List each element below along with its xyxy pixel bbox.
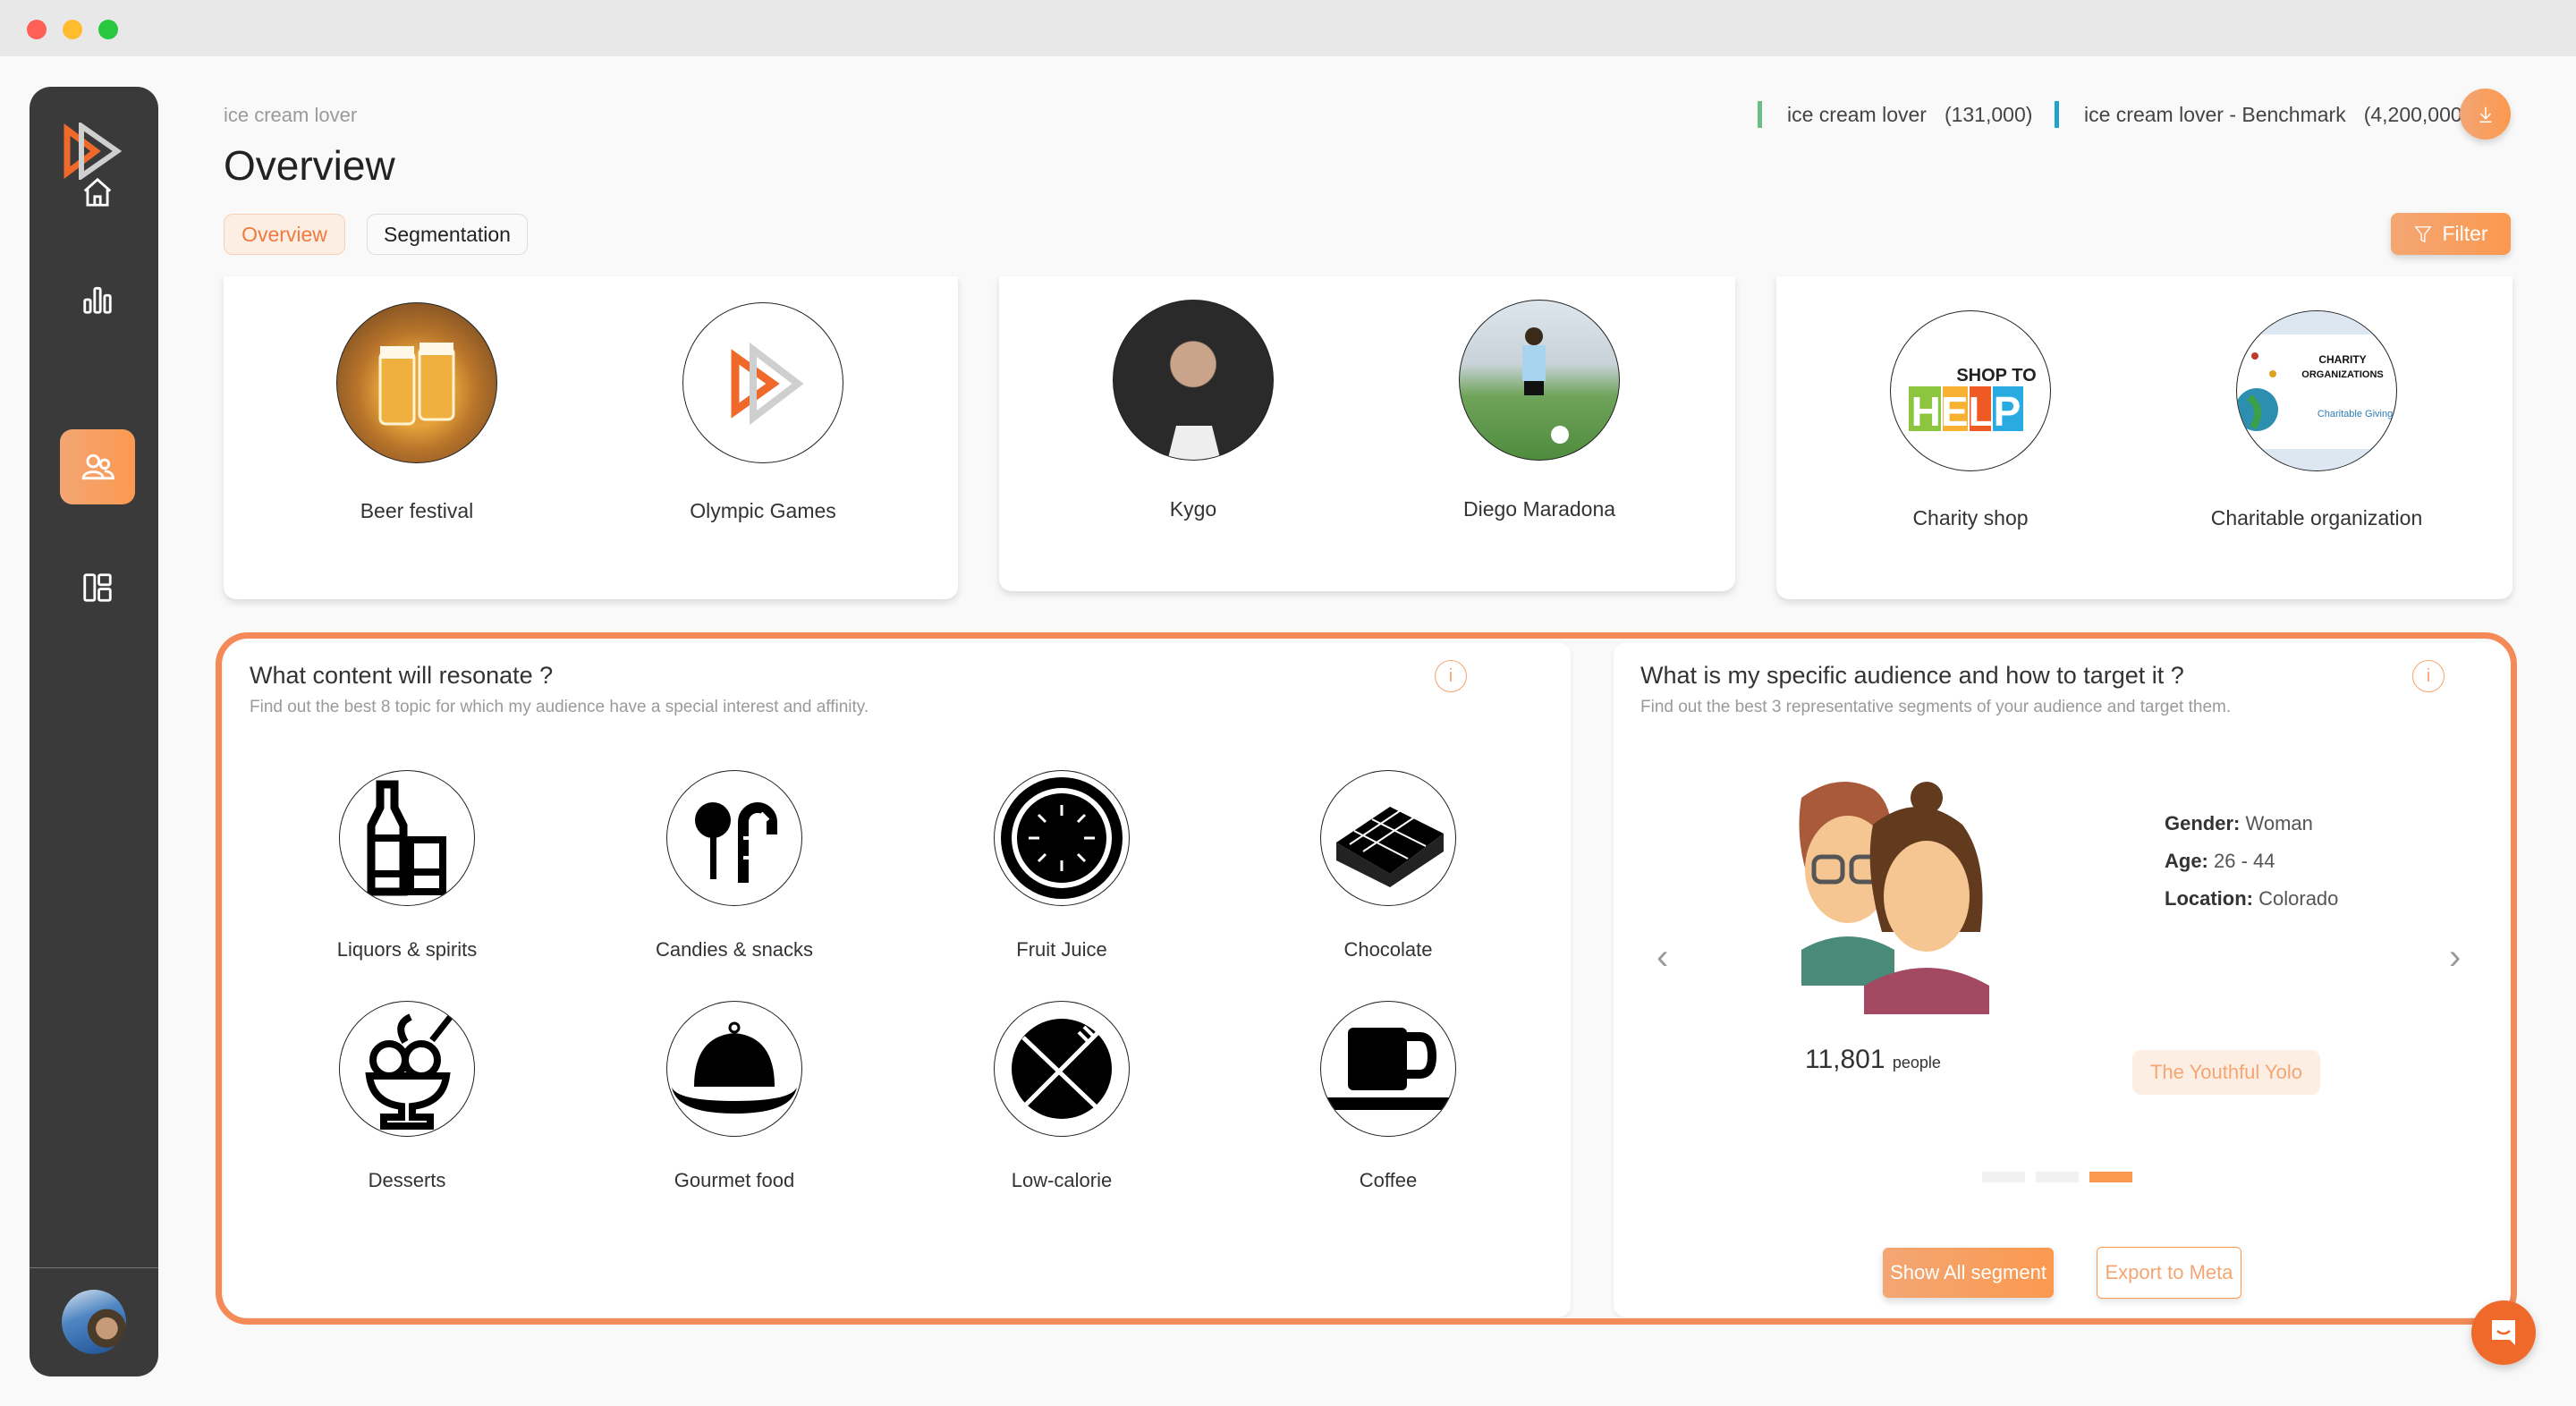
olympic-games-image[interactable] [682,302,843,463]
legend-count: (131,000) [1944,102,2033,126]
sidebar-item-home[interactable] [60,155,135,230]
maximize-window-button[interactable] [98,20,118,39]
chat-support-button[interactable] [2471,1300,2536,1365]
legend-label: ice cream lover - Benchmark [2084,102,2346,126]
svg-text:SHOP TO: SHOP TO [1956,366,2036,385]
filter-icon [2414,225,2432,242]
chat-icon [2492,1320,2515,1345]
svg-text:Charitable Giving: Charitable Giving [2318,409,2393,419]
sidebar-item-analytics[interactable] [60,262,135,337]
svg-text:ORGANIZATIONS: ORGANIZATIONS [2301,369,2383,380]
svg-text:HELP: HELP [1911,388,2021,435]
svg-text:CHARITY: CHARITY [2318,353,2366,366]
home-icon [83,177,112,207]
influencer-label: Diego Maradona [1462,497,1616,521]
beer-festival-image[interactable] [336,302,497,463]
affinity-label: Olympic Games [690,499,836,522]
sidebar-divider [30,1267,158,1268]
sidebar-item-dashboard[interactable] [60,550,135,625]
bar-chart-icon [83,286,112,314]
page-title: Overview [224,142,395,189]
influencer-card: Kygo Diego Maradona [999,276,1735,591]
brand-label: Charitable organization [2210,506,2423,529]
legend-color-swatch [1758,101,1762,128]
tab-overview[interactable]: Overview [224,214,345,255]
window-titlebar [0,0,2576,56]
influencer-label: Kygo [1169,497,1217,521]
diego-maradona-image[interactable] [1459,300,1620,461]
filter-label: Filter [2442,222,2488,245]
filter-button[interactable]: Filter [2391,213,2511,255]
kygo-image[interactable] [1113,300,1274,461]
focus-highlight-outline [216,632,2517,1325]
charity-shop-image[interactable]: SHOP TO HELP [1890,310,2051,471]
brand-card: SHOP TO HELP CHARITY ORGANIZATIONS Charitab… [1776,276,2512,599]
minimize-window-button[interactable] [63,20,82,39]
legend-audience: ice cream lover (131,000) [1758,100,2032,129]
brand-label: Charity shop [1912,506,2029,529]
legend-label: ice cream lover [1787,102,1927,126]
sidebar-item-audience[interactable] [60,429,135,504]
affinity-label: Beer festival [360,499,474,522]
close-window-button[interactable] [27,20,47,39]
layout-icon [83,573,112,602]
legend-count: (4,200,000) [2363,102,2470,126]
user-avatar[interactable] [62,1290,126,1354]
affinity-card: Beer festival Olympic Games [224,276,958,599]
sidebar [30,87,158,1376]
charitable-organization-image[interactable]: CHARITY ORGANIZATIONS Charitable Giving [2236,310,2397,471]
breadcrumb[interactable]: ice cream lover [224,104,357,127]
legend-color-swatch [2055,101,2059,128]
download-button[interactable] [2460,89,2511,140]
users-icon [81,453,114,480]
legend-benchmark: ice cream lover - Benchmark (4,200,000) [2055,100,2469,129]
tab-segmentation[interactable]: Segmentation [367,214,528,255]
download-icon [2479,106,2491,123]
